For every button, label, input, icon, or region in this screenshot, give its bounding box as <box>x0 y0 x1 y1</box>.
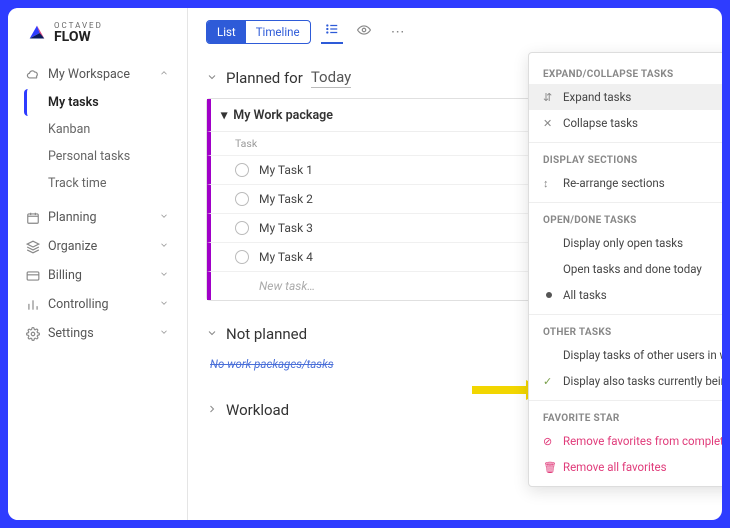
chevron-down-icon <box>159 211 169 224</box>
menu-label: Remove favorites from completed work pac… <box>563 434 722 448</box>
sidebar-item-kanban[interactable]: Kanban <box>24 116 179 143</box>
menu-label: Display tasks of other users in work pac… <box>563 348 722 362</box>
menu-label: Collapse tasks <box>563 116 638 130</box>
logo-name: FLOW <box>54 30 103 44</box>
menu-heading: FAVORITE STAR <box>529 407 722 428</box>
sidebar-item-billing[interactable]: Billing <box>16 261 179 290</box>
more-button[interactable]: ⋯ <box>385 22 411 42</box>
sidebar-item-my-tasks[interactable]: My tasks <box>24 89 179 116</box>
calendar-icon <box>26 211 40 225</box>
menu-heading: EXPAND/COLLAPSE TASKS <box>529 63 722 84</box>
cloud-icon <box>26 68 40 82</box>
status-circle-icon[interactable] <box>235 250 249 264</box>
sidebar: OCTAVED FLOW My Workspace My tasks Kanba… <box>8 8 188 520</box>
ban-icon: ⊘ <box>543 435 555 448</box>
gear-icon <box>26 327 40 341</box>
task-title: My Task 1 <box>259 163 313 177</box>
view-list-button[interactable]: List <box>207 21 246 43</box>
collapse-icon: ✕ <box>543 117 555 130</box>
trash-icon: 🗑 <box>543 461 555 474</box>
chevron-right-icon <box>206 401 218 419</box>
chevron-down-icon <box>206 325 218 343</box>
menu-label: Display only open tasks <box>563 236 683 250</box>
section-label: Workload <box>226 401 289 419</box>
menu-heading: OTHER TASKS <box>529 321 722 342</box>
logo-icon <box>26 22 48 44</box>
radio-on-icon <box>543 292 555 298</box>
caret-down-icon: ▾ <box>221 107 227 123</box>
chevron-down-icon <box>159 269 169 282</box>
view-timeline-button[interactable]: Timeline <box>246 21 310 43</box>
logo: OCTAVED FLOW <box>8 22 187 60</box>
menu-label: Open tasks and done today <box>563 262 702 276</box>
sidebar-item-workspace[interactable]: My Workspace <box>16 60 179 89</box>
chevron-down-icon <box>159 240 169 253</box>
chevron-down-icon <box>159 327 169 340</box>
new-task-placeholder: New task… <box>259 279 315 293</box>
menu-label: All tasks <box>563 288 607 302</box>
sidebar-item-personal-tasks[interactable]: Personal tasks <box>24 143 179 170</box>
chart-icon <box>26 298 40 312</box>
main-pane: List Timeline ⋯ Planned for Today ▾ My W… <box>188 8 722 520</box>
sidebar-item-planning[interactable]: Planning <box>16 203 179 232</box>
menu-item-expand-tasks[interactable]: ⇵ Expand tasks <box>529 84 722 110</box>
sidebar-item-controlling[interactable]: Controlling <box>16 290 179 319</box>
menu-label: Display also tasks currently being block… <box>563 374 722 388</box>
menu-item-blocked-tasks[interactable]: ✓ Display also tasks currently being bloc… <box>529 368 722 394</box>
layers-icon <box>26 240 40 254</box>
rearrange-icon: ↕ <box>543 177 555 190</box>
menu-label: Remove all favorites <box>563 460 667 474</box>
check-icon: ✓ <box>543 375 555 388</box>
menu-item-open-and-today[interactable]: Open tasks and done today <box>529 256 722 282</box>
list-options-button[interactable] <box>321 20 343 44</box>
eye-button[interactable] <box>353 21 375 43</box>
sidebar-label: My Workspace <box>48 67 130 82</box>
section-label: Planned for <box>226 69 303 87</box>
sidebar-item-track-time[interactable]: Track time <box>24 170 179 197</box>
status-circle-icon[interactable] <box>235 221 249 235</box>
menu-item-all-tasks[interactable]: All tasks <box>529 282 722 308</box>
task-title: My Task 2 <box>259 192 313 206</box>
menu-item-remove-all-favorites[interactable]: 🗑 Remove all favorites <box>529 454 722 480</box>
menu-item-open-only[interactable]: Display only open tasks <box>529 230 722 256</box>
menu-label: Expand tasks <box>563 90 631 104</box>
chevron-up-icon <box>159 68 169 81</box>
menu-label: Re-arrange sections <box>563 176 665 190</box>
view-toggle: List Timeline <box>206 20 311 44</box>
status-circle-icon[interactable] <box>235 163 249 177</box>
expand-icon: ⇵ <box>543 91 555 104</box>
menu-item-other-users[interactable]: Display tasks of other users in work pac… <box>529 342 722 368</box>
sidebar-label: Settings <box>48 326 94 341</box>
chevron-down-icon <box>206 69 218 87</box>
menu-heading: DISPLAY SECTIONS <box>529 149 722 170</box>
card-icon <box>26 269 40 283</box>
sidebar-label: Planning <box>48 210 97 225</box>
toolbar: List Timeline ⋯ <box>188 8 722 54</box>
chevron-down-icon <box>159 298 169 311</box>
task-title: My Task 3 <box>259 221 313 235</box>
status-circle-icon[interactable] <box>235 192 249 206</box>
sidebar-label: Billing <box>48 268 82 283</box>
section-label: Not planned <box>226 325 307 343</box>
sidebar-label: Organize <box>48 239 97 254</box>
menu-item-collapse-tasks[interactable]: ✕ Collapse tasks <box>529 110 722 136</box>
date-picker[interactable]: Today <box>311 68 351 88</box>
menu-item-rearrange-sections[interactable]: ↕ Re-arrange sections <box>529 170 722 196</box>
app-frame: OCTAVED FLOW My Workspace My tasks Kanba… <box>8 8 722 520</box>
sidebar-item-settings[interactable]: Settings <box>16 319 179 348</box>
work-package-title: My Work package <box>233 108 333 123</box>
task-title: My Task 4 <box>259 250 313 264</box>
menu-heading: OPEN/DONE TASKS <box>529 209 722 230</box>
menu-item-remove-favorites-completed[interactable]: ⊘ Remove favorites from completed work pa… <box>529 428 722 454</box>
sidebar-item-organize[interactable]: Organize <box>16 232 179 261</box>
options-menu: EXPAND/COLLAPSE TASKS ⇵ Expand tasks ✕ Col… <box>528 52 722 487</box>
sidebar-label: Controlling <box>48 297 109 312</box>
